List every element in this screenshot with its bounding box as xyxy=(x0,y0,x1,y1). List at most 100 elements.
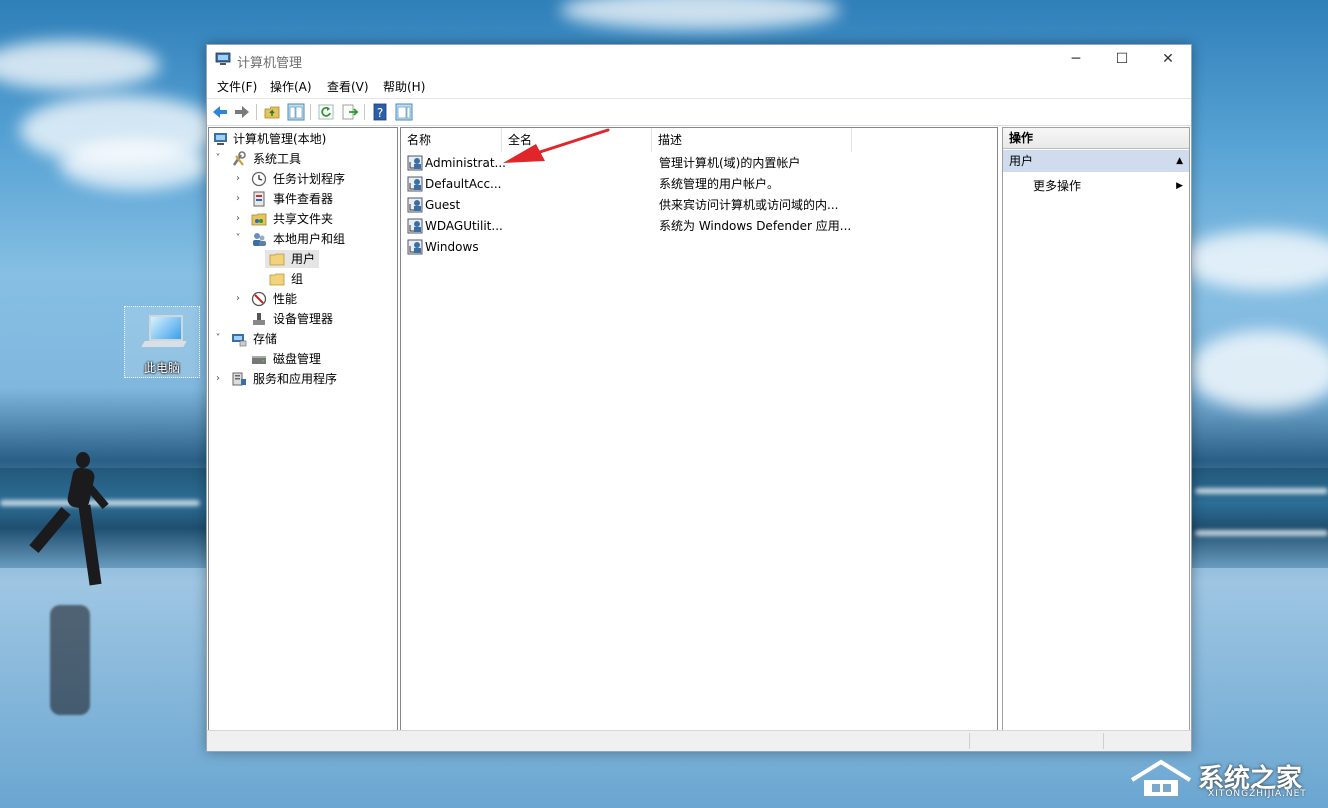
maximize-button[interactable]: ☐ xyxy=(1099,45,1145,75)
column-header-fullname[interactable]: 全名 xyxy=(502,128,652,152)
tree-label: 组 xyxy=(291,272,304,286)
more-actions-item[interactable]: 更多操作 ▶ xyxy=(1033,176,1183,196)
user-name: Administrat... xyxy=(425,156,505,170)
event-viewer-icon xyxy=(253,191,265,207)
tree-label: 任务计划程序 xyxy=(273,172,346,186)
user-row[interactable]: DefaultAcc... 系统管理的用户帐户。 xyxy=(405,174,997,194)
user-description: 系统为 Windows Defender 应用... xyxy=(659,219,852,233)
user-row[interactable]: Administrat... 管理计算机(域)的内置帐户 xyxy=(405,153,997,173)
column-header-description[interactable]: 描述 xyxy=(652,128,852,152)
chevron-down-icon[interactable]: ˅ xyxy=(233,230,243,248)
tree-item-computer-management-local[interactable]: 计算机管理(本地) xyxy=(213,130,393,148)
tree-label: 系统工具 xyxy=(253,152,302,166)
user-name: Windows xyxy=(425,240,479,254)
tree-item-groups[interactable]: 组 xyxy=(213,270,393,288)
back-arrow-icon[interactable] xyxy=(211,103,229,121)
minimize-button[interactable]: ─ xyxy=(1053,45,1099,75)
chevron-right-icon[interactable]: › xyxy=(213,370,223,388)
user-account-icon xyxy=(407,239,423,255)
tree-item-users[interactable]: 用户 xyxy=(213,250,393,268)
status-bar xyxy=(207,730,1191,751)
cloud xyxy=(1180,230,1328,290)
refresh-icon[interactable] xyxy=(317,103,335,121)
submenu-arrow-icon: ▶ xyxy=(1176,181,1183,191)
computer-management-window: 计算机管理 ─ ☐ ✕ 文件(F) 操作(A) 查看(V) 帮助(H) ? 计算… xyxy=(206,44,1192,752)
menu-file[interactable]: 文件(F) xyxy=(217,78,257,95)
house-logo-icon xyxy=(1130,759,1192,796)
menu-view[interactable]: 查看(V) xyxy=(327,78,369,95)
forward-arrow-icon[interactable] xyxy=(233,103,251,121)
user-account-icon xyxy=(407,218,423,234)
user-row[interactable]: Guest 供来宾访问计算机或访问域的内... xyxy=(405,195,997,215)
folder-icon xyxy=(269,253,285,266)
tree-label: 磁盘管理 xyxy=(273,352,322,366)
actions-section-users[interactable]: 用户 ▲ xyxy=(1003,150,1189,172)
collapse-triangle-icon[interactable]: ▲ xyxy=(1176,150,1183,172)
wave xyxy=(1195,530,1328,536)
tree-item-storage[interactable]: ˅ 存储 xyxy=(213,330,393,348)
tree-label: 本地用户和组 xyxy=(273,232,346,246)
menu-help[interactable]: 帮助(H) xyxy=(383,78,425,95)
user-account-icon xyxy=(407,197,423,213)
tree-item-performance[interactable]: › 性能 xyxy=(213,290,393,308)
tree-item-device-manager[interactable]: 设备管理器 xyxy=(213,310,393,328)
console-tree-pane: 计算机管理(本地) ˅ 系统工具 › 任务计划程序 › 事件查看器 › 共享文件… xyxy=(208,127,398,731)
user-row[interactable]: Windows xyxy=(405,237,997,257)
tree-item-system-tools[interactable]: ˅ 系统工具 xyxy=(213,150,393,168)
export-list-icon[interactable] xyxy=(341,103,359,121)
chevron-down-icon[interactable]: ˅ xyxy=(213,150,223,168)
column-header-name[interactable]: 名称 xyxy=(401,128,502,152)
device-manager-icon xyxy=(253,313,265,325)
chevron-down-icon[interactable]: ˅ xyxy=(213,330,223,348)
menu-bar: 文件(F) 操作(A) 查看(V) 帮助(H) xyxy=(207,75,1191,97)
window-title: 计算机管理 xyxy=(237,56,303,71)
help-icon[interactable]: ? xyxy=(371,103,389,121)
tree-item-shared-folders[interactable]: › 共享文件夹 xyxy=(213,210,393,228)
monitor-icon xyxy=(149,315,183,341)
storage-icon xyxy=(232,334,247,347)
computer-management-app-icon xyxy=(215,52,231,65)
tree-label: 性能 xyxy=(273,292,298,306)
more-actions-label: 更多操作 xyxy=(1033,179,1082,193)
user-description: 供来宾访问计算机或访问域的内... xyxy=(659,198,839,212)
computer-management-icon xyxy=(214,133,227,145)
user-row[interactable]: WDAGUtilit... 系统为 Windows Defender 应用... xyxy=(405,216,997,236)
tree-label: 用户 xyxy=(291,252,316,266)
tree-label: 服务和应用程序 xyxy=(253,372,338,386)
user-name: DefaultAcc... xyxy=(425,177,502,191)
chevron-right-icon[interactable]: › xyxy=(233,170,243,188)
chevron-right-icon[interactable]: › xyxy=(233,210,243,228)
close-button[interactable]: ✕ xyxy=(1145,45,1191,75)
user-description: 管理计算机(域)的内置帐户 xyxy=(659,156,801,170)
chevron-right-icon[interactable]: › xyxy=(233,290,243,308)
actions-header: 操作 xyxy=(1003,128,1189,149)
tree-item-services-applications[interactable]: › 服务和应用程序 xyxy=(213,370,393,388)
show-hide-action-pane-icon[interactable] xyxy=(395,103,413,121)
system-tools-icon xyxy=(232,151,246,166)
up-folder-icon[interactable] xyxy=(263,103,281,121)
menu-action[interactable]: 操作(A) xyxy=(270,78,312,95)
tree-item-task-scheduler[interactable]: › 任务计划程序 xyxy=(213,170,393,188)
user-description: 系统管理的用户帐户。 xyxy=(659,177,780,191)
chevron-right-icon[interactable]: › xyxy=(233,190,243,208)
user-name: WDAGUtilit... xyxy=(425,219,503,233)
tree-label: 存储 xyxy=(253,332,278,346)
clock-icon xyxy=(251,171,267,187)
title-bar[interactable]: 计算机管理 ─ ☐ ✕ xyxy=(207,45,1191,75)
services-icon xyxy=(232,372,246,386)
cloud xyxy=(0,40,160,90)
users-groups-icon xyxy=(253,233,266,246)
actions-section-label: 用户 xyxy=(1009,154,1034,168)
show-hide-console-tree-icon[interactable] xyxy=(287,103,305,121)
cloud xyxy=(60,140,210,190)
tree-label: 计算机管理(本地) xyxy=(233,132,327,146)
actions-pane: 操作 用户 ▲ 更多操作 ▶ xyxy=(1002,127,1190,731)
disk-icon xyxy=(252,356,266,364)
user-name: Guest xyxy=(425,198,461,212)
tree-item-local-users-groups[interactable]: ˅ 本地用户和组 xyxy=(213,230,393,248)
this-pc-desktop-icon[interactable]: 此电脑 xyxy=(124,306,200,378)
tree-item-event-viewer[interactable]: › 事件查看器 xyxy=(213,190,393,208)
svg-text:?: ? xyxy=(377,106,383,120)
performance-icon xyxy=(251,291,267,307)
tree-item-disk-management[interactable]: 磁盘管理 xyxy=(213,350,393,368)
